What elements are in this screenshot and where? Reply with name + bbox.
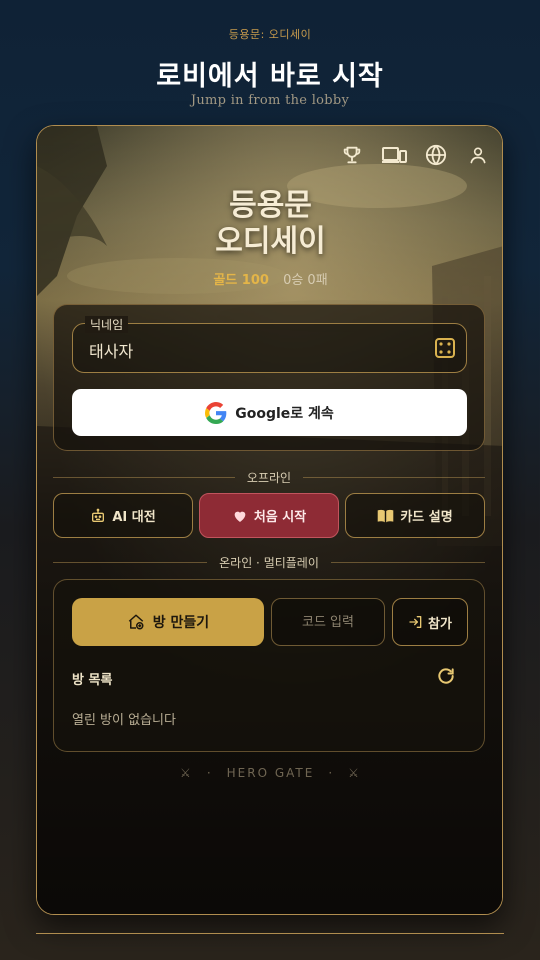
app-label: 등용문: 오디세이: [228, 28, 312, 41]
divider-line: [53, 561, 208, 563]
ai-battle-label: AI 대전: [112, 510, 156, 525]
lobby-card: 등용문 오디세이 골드 100 0승 0패 닉네임 태사자 Google로 계속: [36, 125, 503, 915]
ai-battle-button[interactable]: AI 대전: [53, 493, 193, 538]
user-icon[interactable]: [464, 142, 492, 168]
nickname-field[interactable]: 닉네임 태사자: [72, 316, 467, 373]
online-label: 온라인 · 멀티플레이: [219, 555, 319, 570]
first-start-button[interactable]: 처음 시작: [199, 493, 339, 538]
offline-buttons: AI 대전 처음 시작 카드 설명: [53, 493, 485, 538]
footer-mark: ⚔ · HERO GATE · ⚔: [37, 766, 502, 780]
bottom-rule: [36, 933, 504, 934]
room-actions: 방 만들기 참가: [72, 598, 468, 646]
top-toolbar: [338, 142, 492, 168]
player-stats: 골드 100 0승 0패: [37, 269, 502, 288]
nickname-value[interactable]: 태사자: [89, 338, 133, 362]
login-panel: 닉네임 태사자 Google로 계속: [53, 304, 485, 451]
sword-icon: ⚔: [180, 766, 193, 780]
google-login-label: Google로 계속: [235, 405, 334, 422]
google-icon: [205, 401, 227, 424]
empty-room-message: 열린 방이 없습니다: [72, 713, 176, 728]
room-list-title: 방 목록: [72, 673, 113, 688]
devices-icon[interactable]: [380, 142, 408, 168]
room-code-input[interactable]: [271, 598, 385, 646]
divider-line: [53, 476, 235, 478]
footer-dot: ·: [328, 766, 335, 780]
heart-icon: [234, 511, 246, 522]
create-room-label: 방 만들기: [152, 615, 210, 631]
game-title-line1: 등용문: [229, 188, 312, 223]
dice-icon[interactable]: [434, 337, 456, 359]
card-guide-button[interactable]: 카드 설명: [345, 493, 485, 538]
footer-dot: ·: [206, 766, 213, 780]
offline-label: 오프라인: [246, 470, 292, 485]
sword-icon: ⚔: [348, 766, 361, 780]
divider-line: [303, 476, 486, 478]
robot-icon: [92, 508, 105, 522]
join-room-button[interactable]: 참가: [392, 598, 468, 646]
refresh-icon[interactable]: [436, 666, 456, 686]
enter-icon: [409, 616, 422, 628]
online-divider: 온라인 · 멀티플레이: [53, 554, 486, 570]
win-loss-record: 0승 0패: [283, 273, 328, 288]
offline-divider: 오프라인: [53, 469, 486, 485]
page-heading: 로비에서 바로 시작: [156, 61, 384, 92]
gold-amount: 골드 100: [213, 273, 269, 288]
online-panel: 방 만들기 참가 방 목록 열린 방이 없습니다: [53, 579, 485, 752]
game-title-line2: 오디세이: [215, 224, 326, 259]
divider-line: [330, 561, 486, 563]
globe-icon[interactable]: [422, 142, 450, 168]
page-subheading: Jump in from the lobby: [190, 93, 350, 108]
trophy-icon[interactable]: [338, 142, 366, 168]
google-login-button[interactable]: Google로 계속: [72, 389, 467, 436]
book-icon: [378, 509, 394, 522]
join-room-label: 참가: [428, 616, 452, 632]
create-room-button[interactable]: 방 만들기: [72, 598, 264, 646]
home-plus-icon: [128, 614, 144, 630]
first-start-label: 처음 시작: [253, 510, 307, 525]
game-title: 등용문 오디세이: [37, 188, 502, 260]
card-guide-label: 카드 설명: [400, 510, 453, 525]
nickname-label: 닉네임: [85, 316, 129, 333]
footer-text: HERO GATE: [226, 766, 315, 780]
